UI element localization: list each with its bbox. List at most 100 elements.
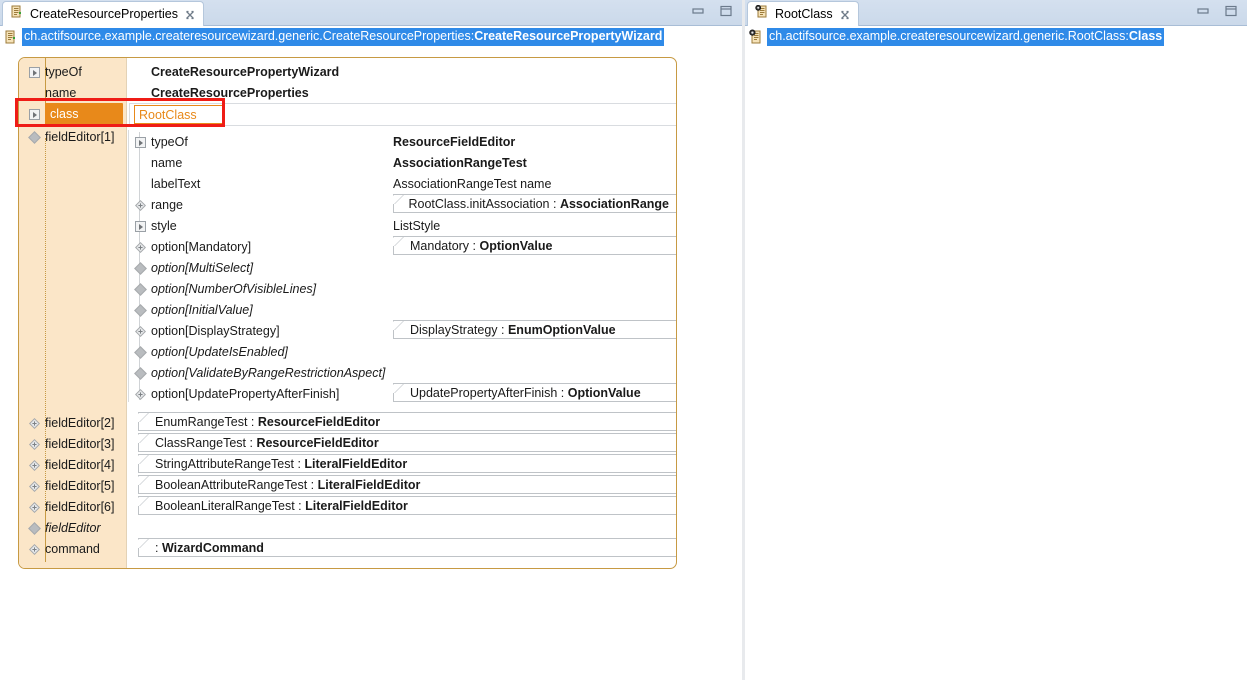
class-value-input[interactable]: RootClass (134, 105, 223, 124)
nested-row[interactable]: range (129, 195, 393, 216)
reference-box[interactable]: UpdatePropertyAfterFinish : OptionValue (393, 383, 677, 402)
tree-row-label: fieldEditor[6] (45, 497, 114, 518)
expander-icon[interactable] (23, 104, 45, 125)
diamond-plus-icon[interactable] (23, 476, 45, 497)
tab-rootclass[interactable]: RootClass (747, 1, 859, 26)
tree-row-name[interactable]: name CreateResourceProperties (23, 83, 309, 104)
tree-row-label: fieldEditor[5] (45, 476, 114, 497)
diamond-plus-icon[interactable] (129, 195, 151, 216)
tree-row-fieldeditor-empty[interactable]: fieldEditor (23, 518, 101, 539)
reference-box[interactable]: BooleanAttributeRangeTest : LiteralField… (138, 475, 677, 494)
diamond-filled-icon[interactable] (129, 300, 151, 321)
nested-editor-fieldeditor-1: typeOf ResourceFieldEditor name Associat… (128, 130, 677, 402)
nested-row[interactable]: option[InitialValue] (129, 300, 253, 321)
tree-row-command[interactable]: command (23, 539, 100, 560)
nested-row-label: name (151, 153, 393, 174)
nested-row-label: option[Mandatory] (151, 237, 393, 258)
diamond-plus-icon[interactable] (23, 434, 45, 455)
reference-type: ResourceFieldEditor (258, 415, 380, 429)
diamond-filled-icon[interactable] (23, 127, 45, 148)
nested-row-label: style (151, 216, 393, 237)
tree-row-label: command (45, 539, 100, 560)
maximize-icon[interactable] (718, 4, 734, 18)
nested-row-label: labelText (151, 174, 393, 195)
reference-box[interactable]: ClassRangeTest : ResourceFieldEditor (138, 433, 677, 452)
breadcrumb-right[interactable]: ch.actifsource.example.createresourcewiz… (745, 26, 1247, 48)
reference-separator: : (557, 386, 567, 400)
tree-row-typeof[interactable]: typeOf CreateResourcePropertyWizard (23, 62, 339, 83)
close-icon[interactable] (839, 8, 851, 20)
nested-row[interactable]: option[UpdateIsEnabled] (129, 342, 288, 363)
nested-row[interactable]: option[MultiSelect] (129, 258, 253, 279)
nested-row[interactable]: style ListStyle (129, 216, 440, 237)
expander-icon[interactable] (129, 132, 151, 153)
reference-box[interactable]: : WizardCommand (138, 538, 677, 557)
tree-row-fieldeditor-3[interactable]: fieldEditor[3] (23, 434, 114, 455)
reference-box[interactable]: DisplayStrategy : EnumOptionValue (393, 320, 677, 339)
diamond-plus-icon[interactable] (129, 384, 151, 405)
diamond-plus-icon[interactable] (129, 237, 151, 258)
diamond-plus-icon[interactable] (23, 413, 45, 434)
minimize-icon[interactable] (1195, 4, 1211, 18)
window-controls-left (690, 4, 734, 18)
resource-editor-card-left: typeOf CreateResourcePropertyWizard name… (18, 57, 677, 569)
gutter-spacer (23, 83, 45, 104)
tree-row-label: fieldEditor[3] (45, 434, 114, 455)
tree-row-fieldeditor-1[interactable]: fieldEditor[1] (23, 127, 114, 148)
minimize-icon[interactable] (690, 4, 706, 18)
nested-row[interactable]: option[NumberOfVisibleLines] (129, 279, 316, 300)
diamond-filled-icon[interactable] (129, 342, 151, 363)
nested-row[interactable]: option[Mandatory] (129, 237, 393, 258)
nested-row[interactable]: option[UpdatePropertyAfterFinish] (129, 384, 393, 405)
nested-row[interactable]: option[ValidateByRangeRestrictionAspect] (129, 363, 385, 384)
nested-row[interactable]: name AssociationRangeTest (129, 153, 527, 174)
breadcrumb-path: ch.actifsource.example.createresourcewiz… (24, 29, 474, 43)
nested-row[interactable]: labelText AssociationRangeTest name (129, 174, 551, 195)
reference-box[interactable]: EnumRangeTest : ResourceFieldEditor (138, 412, 677, 431)
diamond-plus-icon[interactable] (23, 455, 45, 476)
reference-separator: : (246, 436, 256, 450)
breadcrumb-type: Class (1129, 29, 1162, 43)
reference-separator: : (307, 478, 317, 492)
diamond-filled-icon[interactable] (129, 279, 151, 300)
maximize-icon[interactable] (1223, 4, 1239, 18)
diamond-filled-icon[interactable] (129, 258, 151, 279)
reference-type: OptionValue (479, 239, 552, 253)
diamond-plus-icon[interactable] (23, 539, 45, 560)
reference-box[interactable]: StringAttributeRangeTest : LiteralFieldE… (138, 454, 677, 473)
nested-row-label: option[MultiSelect] (151, 258, 253, 279)
expander-icon[interactable] (23, 62, 45, 83)
tree-row-fieldeditor-6[interactable]: fieldEditor[6] (23, 497, 114, 518)
reference-box[interactable]: BooleanLiteralRangeTest : LiteralFieldEd… (138, 496, 677, 515)
reference-name: Mandatory (410, 239, 469, 253)
reference-name: StringAttributeRangeTest (155, 457, 294, 471)
tree-row-fieldeditor-2[interactable]: fieldEditor[2] (23, 413, 114, 434)
reference-name: DisplayStrategy (410, 323, 498, 337)
nested-row[interactable]: option[DisplayStrategy] (129, 321, 393, 342)
breadcrumb-left[interactable]: ch.actifsource.example.createresourcewiz… (0, 26, 742, 48)
reference-name: ClassRangeTest (155, 436, 246, 450)
nested-row[interactable]: typeOf ResourceFieldEditor (129, 132, 515, 153)
nested-row-label: option[UpdatePropertyAfterFinish] (151, 384, 393, 405)
tree-row-label: fieldEditor[4] (45, 455, 114, 476)
expander-icon[interactable] (129, 216, 151, 237)
document-add-icon (10, 5, 24, 24)
tree-row-fieldeditor-4[interactable]: fieldEditor[4] (23, 455, 114, 476)
diamond-filled-icon[interactable] (23, 518, 45, 539)
close-icon[interactable] (184, 8, 196, 20)
reference-box[interactable]: Mandatory : OptionValue (393, 236, 677, 255)
application-window: CreateResourceProperties (0, 0, 1247, 680)
diamond-filled-icon[interactable] (129, 363, 151, 384)
tree-row-value: CreateResourceProperties (151, 83, 309, 104)
nested-row-value: AssociationRangeTest (393, 153, 527, 174)
breadcrumb-type: CreateResourcePropertyWizard (474, 29, 662, 43)
diamond-plus-icon[interactable] (23, 497, 45, 518)
tree-row-class[interactable]: class (23, 104, 123, 125)
breadcrumb-text[interactable]: ch.actifsource.example.createresourcewiz… (22, 28, 664, 46)
tab-create-resource-properties[interactable]: CreateResourceProperties (2, 1, 204, 26)
reference-box[interactable]: RootClass.initAssociation : AssociationR… (393, 194, 677, 213)
tree-row-fieldeditor-5[interactable]: fieldEditor[5] (23, 476, 114, 497)
breadcrumb-text[interactable]: ch.actifsource.example.createresourcewiz… (767, 28, 1164, 46)
editor-pane-right: RootClass (745, 0, 1247, 680)
diamond-plus-icon[interactable] (129, 321, 151, 342)
